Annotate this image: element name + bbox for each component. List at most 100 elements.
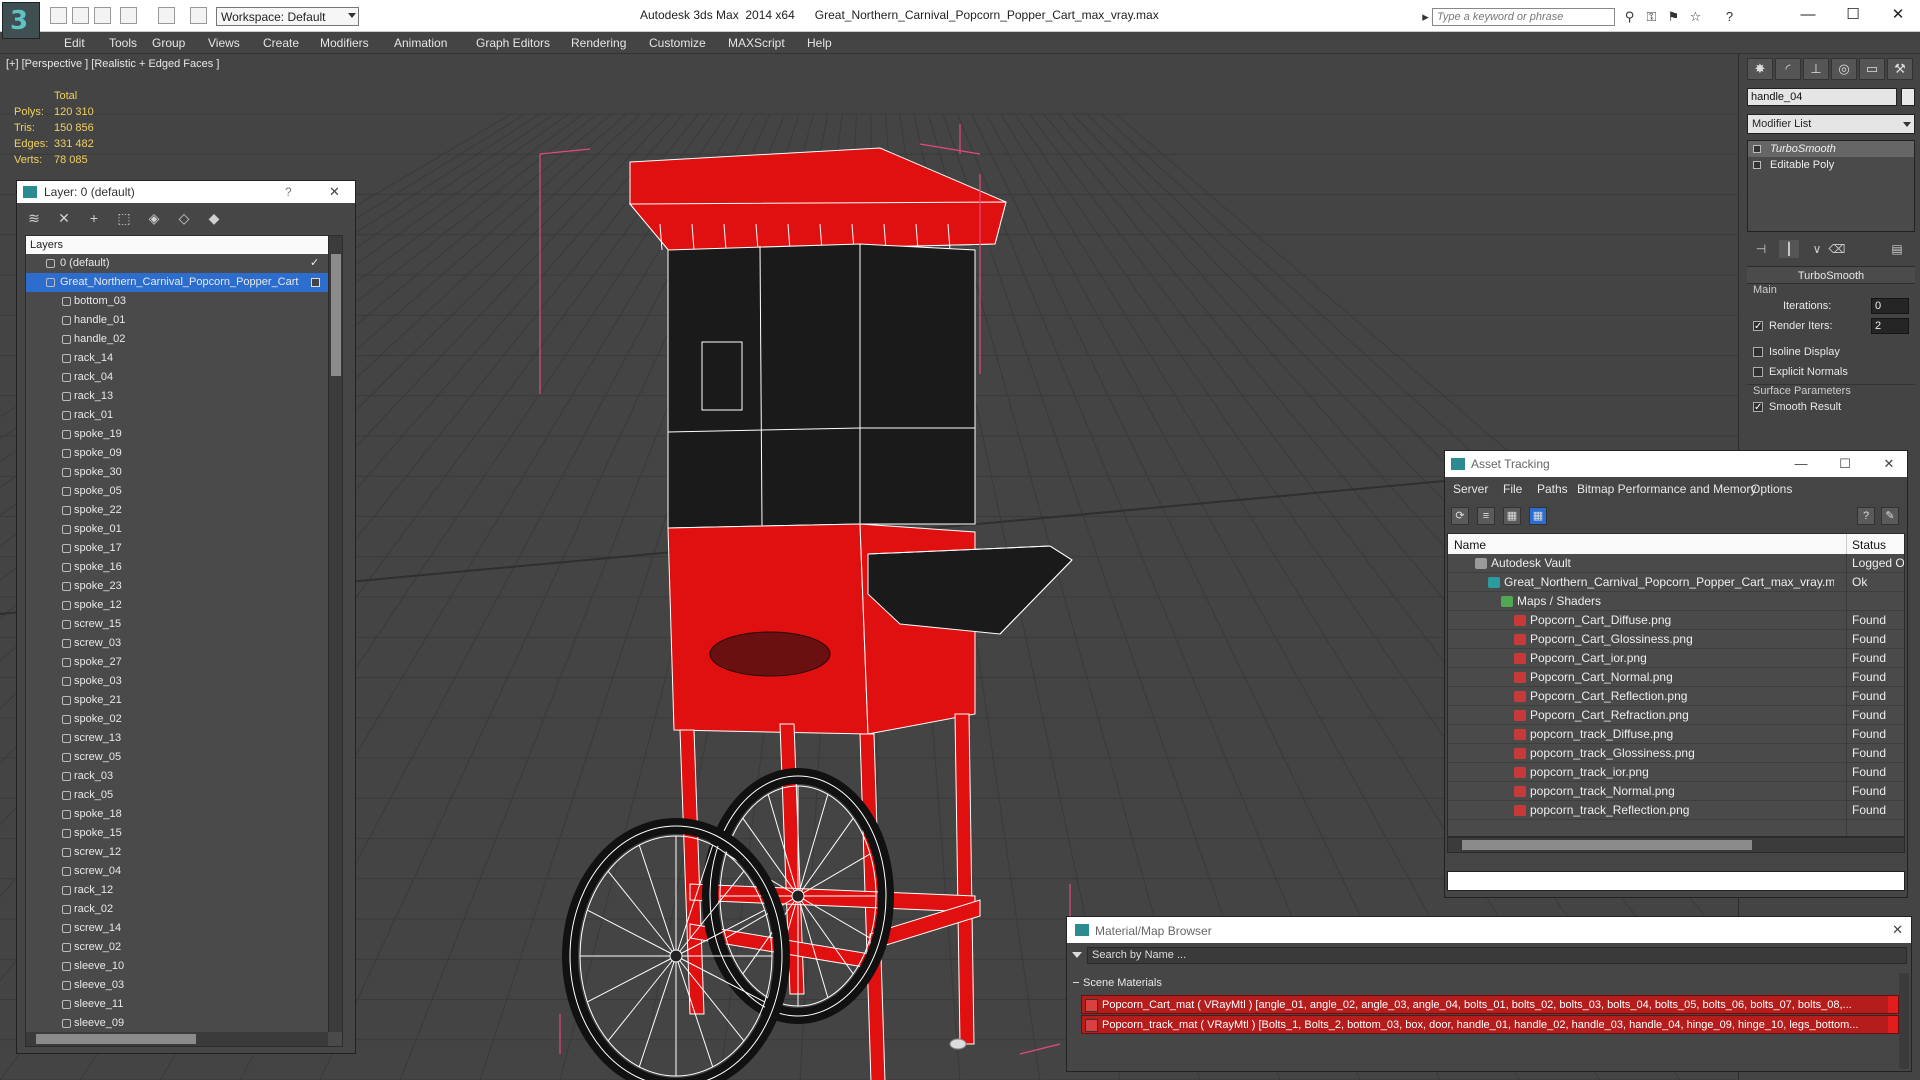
refresh-icon[interactable]: ⟳ bbox=[1451, 507, 1469, 525]
asset-path-input[interactable] bbox=[1447, 871, 1905, 891]
asset-row[interactable]: popcorn_track_Diffuse.png Found bbox=[1448, 725, 1904, 744]
pin-stack-icon[interactable]: ⊣ bbox=[1751, 240, 1771, 258]
asset-row[interactable]: Popcorn_Cart_ior.png Found bbox=[1448, 649, 1904, 668]
select-objects-icon[interactable]: ◈ bbox=[145, 209, 163, 227]
layer-row[interactable]: Great_Northern_Carnival_Popcorn_Popper_C… bbox=[26, 273, 328, 292]
asset-menu-file[interactable]: File bbox=[1503, 482, 1522, 496]
menu-rendering[interactable]: Rendering bbox=[571, 36, 626, 50]
menu-customize[interactable]: Customize bbox=[649, 36, 706, 50]
keyword-search-input[interactable]: Type a keyword or phrase bbox=[1432, 8, 1615, 26]
object-row[interactable]: screw_03 bbox=[26, 634, 328, 653]
layer-row[interactable]: 0 (default) ✓ bbox=[26, 254, 328, 273]
viewport-label[interactable]: [+] [Perspective ] [Realistic + Edged Fa… bbox=[6, 58, 219, 70]
asset-table[interactable]: Name Status Autodesk Vault Logged O Great_… bbox=[1447, 533, 1905, 837]
asset-row[interactable]: popcorn_track_Glossiness.png Found bbox=[1448, 744, 1904, 763]
create-tab-icon[interactable]: ✸ bbox=[1747, 58, 1773, 80]
modifier-toggle-icon[interactable] bbox=[1753, 145, 1761, 153]
binoculars-icon[interactable]: ⚲ bbox=[1622, 9, 1637, 24]
layer-horizontal-scrollbar[interactable] bbox=[26, 1032, 328, 1046]
object-row[interactable]: handle_01 bbox=[26, 311, 328, 330]
menu-tools[interactable]: Tools bbox=[109, 36, 137, 50]
layers-stack-icon[interactable]: ≋ bbox=[25, 209, 43, 227]
modify-tab-icon[interactable]: ◜ bbox=[1775, 58, 1801, 80]
object-row[interactable]: rack_14 bbox=[26, 349, 328, 368]
asset-row[interactable]: Popcorn_Cart_Diffuse.png Found bbox=[1448, 611, 1904, 630]
table-view-icon[interactable]: ▦ bbox=[1529, 507, 1547, 525]
menu-create[interactable]: Create bbox=[263, 36, 299, 50]
undo-icon[interactable] bbox=[120, 7, 137, 24]
project-folder-icon[interactable] bbox=[190, 7, 207, 24]
remove-modifier-icon[interactable]: ⌫ bbox=[1827, 240, 1847, 258]
workspace-select[interactable]: Workspace: Default bbox=[216, 7, 359, 26]
highlight-layer-icon[interactable]: ◇ bbox=[175, 209, 193, 227]
asset-menu-options[interactable]: Options bbox=[1751, 482, 1792, 496]
close-button[interactable]: ✕ bbox=[1875, 455, 1903, 473]
object-row[interactable]: rack_03 bbox=[26, 767, 328, 786]
render-iters-spinner[interactable]: 2 bbox=[1871, 318, 1909, 334]
menu-help[interactable]: Help bbox=[807, 36, 832, 50]
favorites-star-icon[interactable]: ☆ bbox=[1688, 9, 1703, 24]
utilities-tab-icon[interactable]: ⚒ bbox=[1887, 58, 1913, 80]
asset-row[interactable]: popcorn_track_Normal.png Found bbox=[1448, 782, 1904, 801]
delete-layer-icon[interactable]: ✕ bbox=[55, 209, 73, 227]
asset-tracking-titlebar[interactable]: Asset Tracking — ☐ ✕ bbox=[1445, 451, 1907, 477]
menu-graph-editors[interactable]: Graph Editors bbox=[476, 36, 550, 50]
maximize-button[interactable]: ☐ bbox=[1831, 455, 1859, 473]
modifier-toggle-icon[interactable] bbox=[1753, 161, 1761, 169]
object-row[interactable]: spoke_01 bbox=[26, 520, 328, 539]
asset-row[interactable]: Popcorn_Cart_Refraction.png Found bbox=[1448, 706, 1904, 725]
display-tab-icon[interactable]: ▭ bbox=[1859, 58, 1885, 80]
object-name-input[interactable]: handle_04 bbox=[1747, 88, 1897, 106]
menu-group[interactable]: Group bbox=[152, 36, 185, 50]
layers-column-header[interactable]: Layers bbox=[26, 236, 328, 254]
configure-sets-icon[interactable]: ▤ bbox=[1887, 240, 1907, 258]
object-row[interactable]: spoke_16 bbox=[26, 558, 328, 577]
object-row[interactable]: spoke_03 bbox=[26, 672, 328, 691]
material-browser-titlebar[interactable]: Material/Map Browser ✕ bbox=[1067, 917, 1911, 943]
object-row[interactable]: sleeve_10 bbox=[26, 957, 328, 976]
asset-row[interactable]: Maps / Shaders bbox=[1448, 592, 1904, 611]
object-row[interactable]: spoke_15 bbox=[26, 824, 328, 843]
status-column-header[interactable]: Status bbox=[1852, 538, 1886, 552]
render-iters-checkbox[interactable]: ✓ bbox=[1753, 321, 1763, 332]
scroll-thumb[interactable] bbox=[1462, 840, 1752, 850]
modifier-stack-item[interactable]: TurboSmooth bbox=[1748, 141, 1914, 157]
redo-icon[interactable] bbox=[158, 7, 175, 24]
object-row[interactable]: bottom_03 bbox=[26, 292, 328, 311]
object-row[interactable]: spoke_23 bbox=[26, 577, 328, 596]
object-row[interactable]: screw_12 bbox=[26, 843, 328, 862]
expand-arrow-icon[interactable]: ▸ bbox=[1418, 9, 1433, 24]
hierarchy-tab-icon[interactable]: ⊥ bbox=[1803, 58, 1829, 80]
object-row[interactable]: handle_02 bbox=[26, 330, 328, 349]
object-row[interactable]: rack_05 bbox=[26, 786, 328, 805]
menu-views[interactable]: Views bbox=[208, 36, 240, 50]
scroll-thumb[interactable] bbox=[331, 254, 341, 376]
asset-menu-server[interactable]: Server bbox=[1453, 482, 1488, 496]
object-row[interactable]: sleeve_11 bbox=[26, 995, 328, 1014]
asset-row[interactable]: Great_Northern_Carnival_Popcorn_Popper_C… bbox=[1448, 573, 1904, 592]
modifier-stack[interactable]: TurboSmooth Editable Poly bbox=[1747, 140, 1915, 232]
motion-tab-icon[interactable]: ◎ bbox=[1831, 58, 1857, 80]
menu-modifiers[interactable]: Modifiers bbox=[320, 36, 369, 50]
close-button[interactable]: ✕ bbox=[1892, 922, 1903, 938]
iterations-spinner[interactable]: 0 bbox=[1871, 298, 1909, 314]
minimize-button[interactable]: — bbox=[1790, 4, 1826, 26]
object-row[interactable]: spoke_27 bbox=[26, 653, 328, 672]
menu-maxscript[interactable]: MAXScript bbox=[728, 36, 785, 50]
turbosmooth-rollout-header[interactable]: TurboSmooth bbox=[1747, 266, 1915, 284]
new-file-icon[interactable] bbox=[50, 7, 67, 24]
asset-row[interactable]: Popcorn_Cart_Glossiness.png Found bbox=[1448, 630, 1904, 649]
asset-row[interactable]: Popcorn_Cart_Reflection.png Found bbox=[1448, 687, 1904, 706]
communication-icon[interactable]: ⚑ bbox=[1666, 9, 1681, 24]
asset-row[interactable]: popcorn_track_ior.png Found bbox=[1448, 763, 1904, 782]
maximize-button[interactable]: ☐ bbox=[1835, 4, 1871, 26]
object-row[interactable]: screw_15 bbox=[26, 615, 328, 634]
object-row[interactable]: spoke_19 bbox=[26, 425, 328, 444]
object-color-swatch[interactable] bbox=[1901, 88, 1915, 106]
object-row[interactable]: sleeve_03 bbox=[26, 976, 328, 995]
material-vertical-scrollbar[interactable] bbox=[1899, 973, 1909, 1069]
pin-icon[interactable]: ✎ bbox=[1881, 507, 1899, 525]
make-unique-icon[interactable]: ∨ bbox=[1807, 240, 1827, 258]
list-view-icon[interactable]: ≡ bbox=[1477, 507, 1495, 525]
smooth-result-checkbox[interactable]: ✓ bbox=[1753, 402, 1763, 413]
